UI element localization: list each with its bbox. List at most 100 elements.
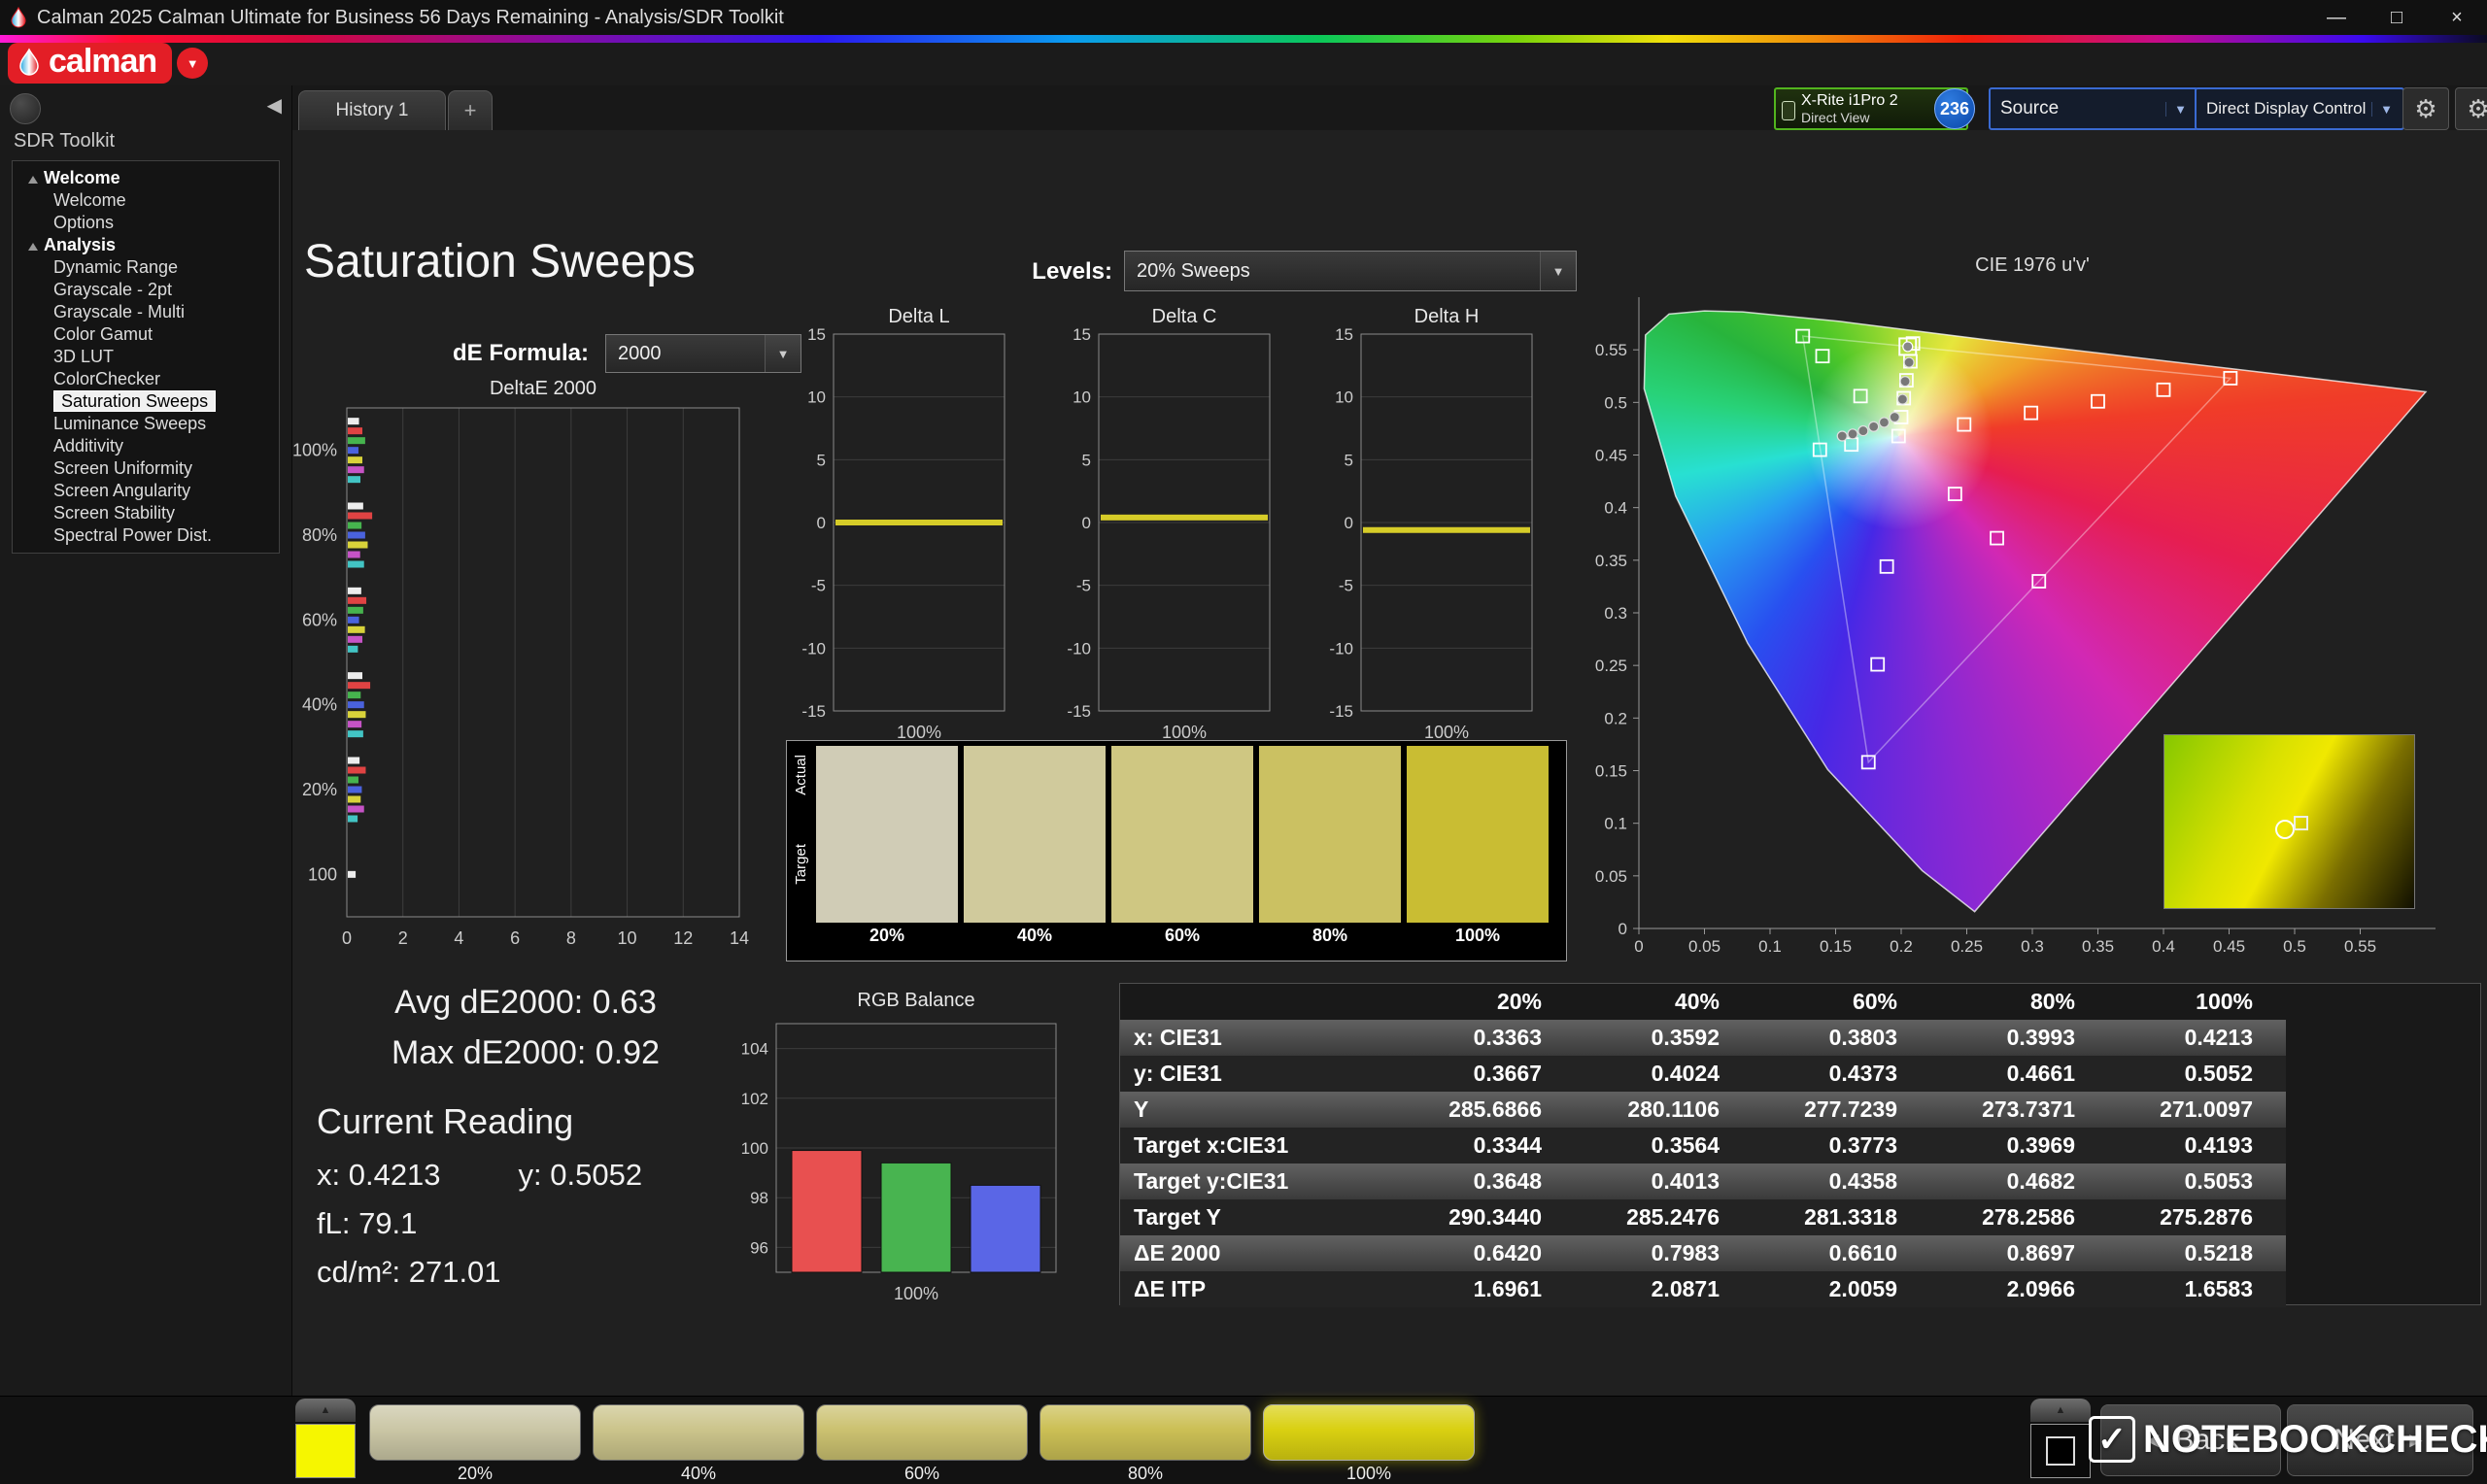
sidebar-item-grayscale-2pt[interactable]: Grayscale - 2pt: [13, 279, 279, 301]
svg-text:-15: -15: [1329, 702, 1353, 721]
table-cell: 0.3667: [1397, 1056, 1575, 1092]
display-expand-button[interactable]: ▲: [2030, 1399, 2091, 1422]
bottom-level-20%[interactable]: 20%: [369, 1404, 581, 1484]
settings-gear-icon-2[interactable]: ⚙: [2455, 87, 2487, 130]
settings-gear-icon[interactable]: ⚙: [2402, 87, 2449, 130]
cie-target-point: [2158, 384, 2170, 396]
sidebar-item-colorchecker[interactable]: ColorChecker: [13, 368, 279, 390]
tree-expander-icon[interactable]: [28, 176, 38, 184]
bottom-level-60%[interactable]: 60%: [816, 1404, 1028, 1484]
svg-text:-5: -5: [811, 577, 826, 595]
sidebar-item-label: Screen Angularity: [53, 481, 190, 500]
watermark-text: NOTEBOOKCHECK: [2143, 1418, 2487, 1462]
level-swatch: [593, 1404, 804, 1461]
table-column-header: 60%: [1753, 984, 1930, 1020]
svg-text:0: 0: [342, 928, 352, 948]
svg-text:-15: -15: [1067, 702, 1091, 721]
sidebar-item-3d-lut[interactable]: 3D LUT: [13, 346, 279, 368]
maximize-icon[interactable]: □: [2367, 0, 2427, 35]
de-formula-dropdown[interactable]: 2000 ▼: [605, 334, 801, 373]
sidebar-item-label: Saturation Sweeps: [53, 390, 216, 412]
svg-text:14: 14: [730, 928, 749, 948]
table-cell: 0.4373: [1753, 1056, 1930, 1092]
pattern-window-button[interactable]: [2030, 1424, 2091, 1478]
sweep-swatch-label: 20%: [816, 926, 958, 946]
tree-expander-icon[interactable]: [28, 243, 38, 251]
table-row: x: CIE310.33630.35920.38030.39930.4213: [1120, 1020, 2286, 1056]
sidebar-collapse-icon[interactable]: ◀: [267, 93, 282, 118]
rgb-balance-chart: RGB Balance9698100102104100%: [730, 991, 1099, 1311]
main-canvas: Saturation Sweeps Levels: 20% Sweeps ▼ d…: [292, 130, 2487, 1396]
table-cell: 0.3803: [1753, 1020, 1930, 1056]
sidebar-item-label: ColorChecker: [53, 369, 160, 388]
content-area: History 1 + X-Rite i1Pro 2 Direct View ▼…: [292, 85, 2487, 1396]
sidebar-item-analysis[interactable]: Analysis: [13, 234, 279, 256]
sidebar-item-options[interactable]: Options: [13, 212, 279, 234]
source-dropdown[interactable]: Source ▼: [1989, 87, 2198, 130]
table-cell: 0.5052: [2108, 1056, 2286, 1092]
logo-menu-chevron-icon[interactable]: ▼: [177, 48, 208, 79]
bottom-level-100%[interactable]: 100%: [1263, 1404, 1475, 1484]
table-cell: 0.4682: [1930, 1164, 2108, 1199]
sidebar-item-additivity[interactable]: Additivity: [13, 435, 279, 457]
sweep-swatch-label: 60%: [1111, 926, 1253, 946]
sidebar-item-saturation-sweeps[interactable]: Saturation Sweeps: [13, 390, 279, 413]
sidebar-item-label: Grayscale - Multi: [53, 302, 185, 321]
actual-row-label: Actual: [793, 755, 809, 795]
levels-dropdown[interactable]: 20% Sweeps ▼: [1124, 251, 1577, 291]
table-row-label: Target y:CIE31: [1120, 1164, 1397, 1199]
table-cell: 0.3773: [1753, 1128, 1930, 1164]
sidebar-item-luminance-sweeps[interactable]: Luminance Sweeps: [13, 413, 279, 435]
table-row-label: Y: [1120, 1092, 1397, 1128]
layout-tree: WelcomeWelcomeOptionsAnalysisDynamic Ran…: [12, 160, 280, 554]
svg-text:15: 15: [807, 325, 826, 344]
svg-text:100: 100: [741, 1139, 768, 1158]
sidebar-item-screen-angularity[interactable]: Screen Angularity: [13, 480, 279, 502]
table-cell: 0.6610: [1753, 1235, 1930, 1271]
tab-history-1[interactable]: History 1: [298, 90, 446, 130]
sidebar-round-button[interactable]: [10, 93, 41, 124]
sidebar-item-label: Luminance Sweeps: [53, 414, 206, 433]
measurement-table-panel: 20%40%60%80%100%x: CIE310.33630.35920.38…: [1119, 983, 2481, 1305]
chevron-down-icon: ▼: [2165, 102, 2187, 117]
svg-text:0: 0: [1618, 920, 1627, 938]
svg-text:80%: 80%: [302, 525, 337, 545]
sidebar-item-color-gamut[interactable]: Color Gamut: [13, 323, 279, 346]
sidebar-item-screen-uniformity[interactable]: Screen Uniformity: [13, 457, 279, 480]
cue-expand-button[interactable]: ▲: [295, 1399, 356, 1422]
calman-logo[interactable]: calman ▼: [8, 43, 208, 84]
svg-text:100: 100: [308, 864, 337, 884]
sidebar-item-spectral-power-dist-[interactable]: Spectral Power Dist.: [13, 524, 279, 547]
sidebar-item-screen-stability[interactable]: Screen Stability: [13, 502, 279, 524]
sidebar-item-label: Additivity: [53, 436, 123, 455]
svg-text:-5: -5: [1339, 577, 1353, 595]
target-row-label: Target: [793, 844, 809, 885]
svg-text:0: 0: [817, 514, 826, 532]
minimize-icon[interactable]: —: [2306, 0, 2367, 35]
titlebar: Calman 2025 Calman Ultimate for Business…: [0, 0, 2487, 35]
table-cell: 277.7239: [1753, 1092, 1930, 1128]
close-icon[interactable]: ×: [2427, 0, 2487, 35]
table-row-label: y: CIE31: [1120, 1056, 1397, 1092]
svg-text:Delta C: Delta C: [1152, 306, 1217, 327]
sidebar-item-welcome[interactable]: Welcome: [13, 189, 279, 212]
sidebar-item-label: Grayscale - 2pt: [53, 280, 172, 299]
level-swatch: [816, 1404, 1028, 1461]
svg-text:Delta H: Delta H: [1414, 306, 1480, 327]
sidebar-item-dynamic-range[interactable]: Dynamic Range: [13, 256, 279, 279]
display-control-dropdown[interactable]: Direct Display Control ▼: [2195, 87, 2404, 130]
svg-text:0.4: 0.4: [1604, 499, 1627, 518]
svg-text:0.1: 0.1: [1604, 815, 1627, 833]
table-cell: 0.8697: [1930, 1235, 2108, 1271]
cie-target-point: [1991, 532, 2003, 545]
table-cell: 0.5218: [2108, 1235, 2286, 1271]
svg-text:-5: -5: [1076, 577, 1091, 595]
current-pattern-swatch: [295, 1424, 356, 1478]
sidebar-item-grayscale-multi[interactable]: Grayscale - Multi: [13, 301, 279, 323]
add-tab-button[interactable]: +: [448, 90, 493, 130]
bottom-level-40%[interactable]: 40%: [593, 1404, 804, 1484]
sweep-swatch-20%: [816, 746, 958, 923]
svg-text:100%: 100%: [1424, 723, 1469, 742]
sidebar-item-welcome[interactable]: Welcome: [13, 167, 279, 189]
bottom-level-80%[interactable]: 80%: [1039, 1404, 1251, 1484]
